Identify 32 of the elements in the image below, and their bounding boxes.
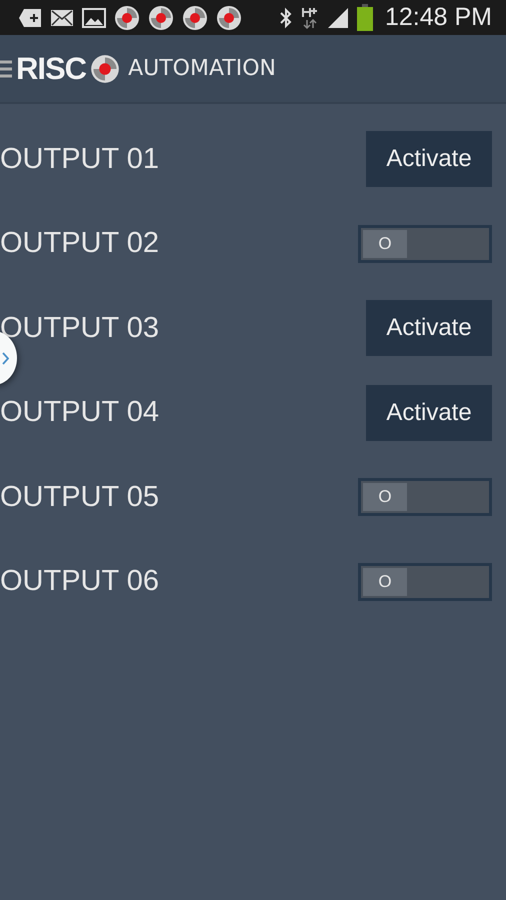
output-name: OUTPUT 06: [0, 565, 160, 598]
chevron-right-icon: [2, 352, 9, 364]
app-logo-icon: [216, 4, 242, 30]
toggle-thumb: O: [363, 230, 407, 258]
image-icon: [82, 8, 106, 28]
output-name: OUTPUT 05: [0, 480, 160, 514]
toggle-thumb: O: [363, 483, 407, 512]
toggle-switch[interactable]: O: [358, 224, 492, 263]
activate-button[interactable]: Activate: [366, 300, 492, 356]
output-name: OUTPUT 01: [0, 142, 160, 176]
output-name: OUTPUT 03: [0, 312, 160, 345]
bluetooth-icon: [278, 6, 293, 28]
clock: 12:48 PM: [384, 3, 492, 32]
notification-icon: [18, 8, 42, 28]
output-name: OUTPUT 02: [0, 227, 160, 260]
menu-icon[interactable]: [0, 58, 12, 78]
logo-icon: [90, 54, 120, 84]
app-logo-icon: [182, 4, 208, 30]
app-logo-icon: [148, 4, 174, 30]
toggle-switch[interactable]: O: [358, 478, 492, 516]
activate-button[interactable]: Activate: [366, 384, 492, 441]
toggle-thumb: O: [363, 568, 407, 596]
signal-icon: [326, 6, 349, 28]
data-icon: [300, 6, 319, 30]
app-logo-icon: [114, 4, 140, 30]
activate-button[interactable]: Activate: [366, 131, 492, 188]
logo-text: RISC: [16, 50, 86, 86]
page-title: AUTOMATION: [128, 56, 276, 81]
toggle-switch[interactable]: O: [358, 562, 492, 601]
battery-icon: [356, 4, 373, 31]
mail-icon: [50, 8, 74, 26]
output-name: OUTPUT 04: [0, 396, 160, 430]
